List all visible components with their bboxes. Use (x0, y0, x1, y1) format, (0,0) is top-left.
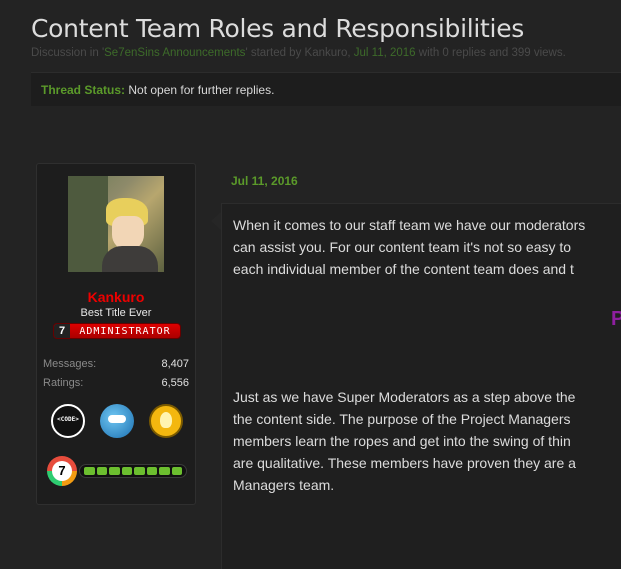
user-info-panel: Kankuro Best Title Ever 7 ADMINISTRATOR … (36, 163, 196, 505)
post-date[interactable]: Jul 11, 2016 (231, 174, 298, 188)
code-badge-text: <CODE> (57, 416, 79, 423)
post-line: each individual member of the content te… (233, 261, 574, 277)
ratings-value: 6,556 (161, 377, 189, 389)
level-number: 7 (52, 461, 72, 481)
forum-link[interactable]: Se7enSins Announcements (104, 47, 245, 59)
banner-number: 7 (54, 324, 70, 338)
messages-stat: Messages: 8,407 (43, 358, 189, 370)
level-indicator: 7 (47, 456, 189, 486)
thread-title: Content Team Roles and Responsibilities (31, 14, 525, 43)
username[interactable]: Kankuro (37, 289, 195, 305)
post-line: Just as we have Super Moderators as a st… (233, 389, 576, 405)
code-badge-icon[interactable]: <CODE> (51, 404, 85, 438)
avatar[interactable] (68, 176, 164, 272)
author-link[interactable]: Kankuro (305, 47, 348, 59)
thread-status-value: Not open for further replies. (128, 83, 275, 97)
thread-status-bar: Thread Status: Not open for further repl… (31, 72, 621, 106)
thread-meta: Discussion in 'Se7enSins Announcements' … (31, 47, 566, 59)
post-line: the content side. The purpose of the Pro… (233, 411, 571, 427)
user-badges: <CODE> (51, 404, 183, 438)
post-line: Managers team. (233, 477, 335, 493)
banner-text: ADMINISTRATOR (79, 325, 171, 337)
post-line: members learn the ropes and get into the… (233, 433, 571, 449)
ratings-stat: Ratings: 6,556 (43, 377, 189, 389)
mascot-badge-icon[interactable] (100, 404, 134, 438)
post-line: are qualitative. These members have prov… (233, 455, 576, 471)
user-title: Best Title Ever (80, 307, 152, 319)
ratings-label: Ratings: (43, 377, 84, 389)
section-heading: P (611, 308, 621, 331)
post-paragraph-2: Just as we have Super Moderators as a st… (233, 386, 621, 496)
date-link[interactable]: Jul 11, 2016 (354, 47, 416, 59)
post-line: can assist you. For our content team it'… (233, 239, 572, 255)
meta-suffix: with 0 replies and 399 views. (415, 47, 566, 59)
meta-started: ' started by (245, 47, 305, 59)
lightbulb-badge-icon[interactable] (149, 404, 183, 438)
meta-prefix: Discussion in ' (31, 47, 105, 59)
post-body: When it comes to our staff team we have … (221, 203, 621, 569)
thread-status-label: Thread Status: (41, 83, 126, 97)
level-icon: 7 (47, 456, 77, 486)
administrator-banner: 7 ADMINISTRATOR (53, 323, 181, 339)
level-progress-bar (79, 464, 187, 478)
post-line: When it comes to our staff team we have … (233, 217, 586, 233)
post-paragraph-1: When it comes to our staff team we have … (233, 214, 621, 280)
messages-label: Messages: (43, 358, 97, 370)
messages-value[interactable]: 8,407 (161, 358, 189, 370)
